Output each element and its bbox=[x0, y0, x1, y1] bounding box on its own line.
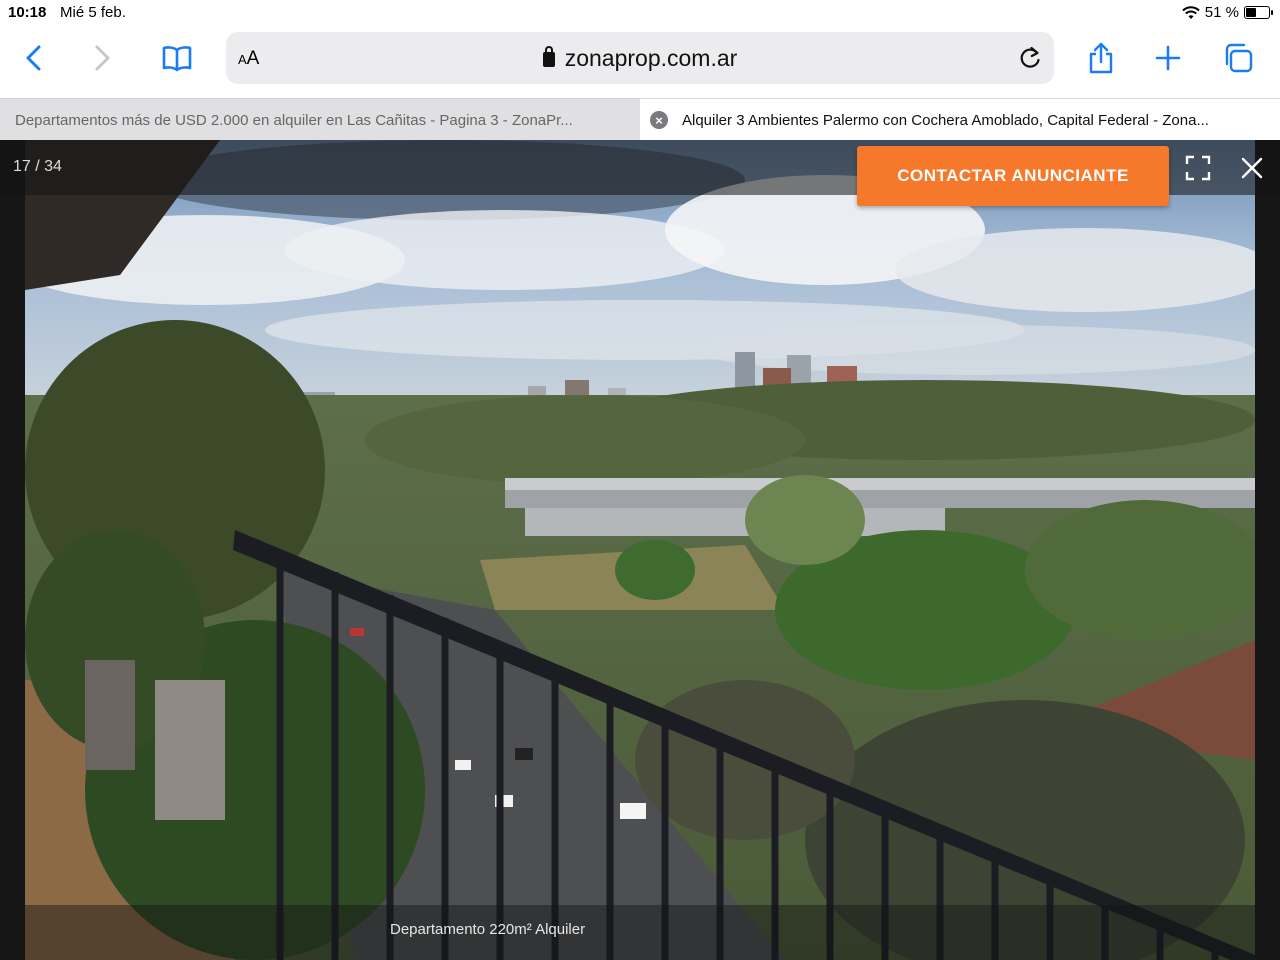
contact-advertiser-button[interactable]: CONTACTAR ANUNCIANTE bbox=[857, 146, 1169, 206]
photo-caption: Departamento 220m² Alquiler bbox=[390, 921, 586, 938]
lock-icon bbox=[542, 46, 555, 67]
new-tab-icon[interactable] bbox=[1146, 40, 1190, 76]
tab-las-canitas[interactable]: Departamentos más de USD 2.000 en alquil… bbox=[0, 99, 640, 141]
caption-bar: Departamento 220m² Alquiler bbox=[0, 905, 1280, 960]
tab-title: Alquiler 3 Ambientes Palermo con Cochera… bbox=[682, 111, 1209, 129]
share-icon[interactable] bbox=[1079, 40, 1123, 76]
status-date: Mié 5 feb. bbox=[60, 4, 126, 21]
back-icon[interactable] bbox=[12, 40, 56, 76]
balcony-view-image bbox=[25, 140, 1255, 960]
photo-viewer: 17 / 34 CONTACTAR ANUNCIANTE Departament… bbox=[0, 140, 1280, 960]
address-bar[interactable]: AA zonaprop.com.ar bbox=[226, 32, 1054, 84]
bookmarks-icon[interactable] bbox=[155, 40, 199, 76]
wifi-icon bbox=[1182, 5, 1200, 19]
status-bar: 10:18 Mié 5 feb. 51 % bbox=[0, 0, 1280, 26]
url-text: zonaprop.com.ar bbox=[564, 45, 738, 71]
close-icon[interactable] bbox=[1238, 154, 1266, 182]
tabs-icon[interactable] bbox=[1216, 40, 1260, 76]
property-photo[interactable] bbox=[25, 140, 1255, 960]
fullscreen-icon[interactable] bbox=[1184, 154, 1212, 182]
tab-bar: Departamentos más de USD 2.000 en alquil… bbox=[0, 98, 1280, 141]
status-time: 10:18 bbox=[8, 4, 47, 21]
photo-counter: 17 / 34 bbox=[13, 158, 62, 175]
forward-icon[interactable] bbox=[80, 40, 124, 76]
reload-icon[interactable] bbox=[1016, 44, 1044, 72]
battery-text: 51 % bbox=[1204, 4, 1239, 21]
viewer-top-bar: 17 / 34 CONTACTAR ANUNCIANTE bbox=[0, 140, 1280, 206]
browser-toolbar: AA zonaprop.com.ar bbox=[0, 26, 1280, 98]
tab-title: Departamentos más de USD 2.000 en alquil… bbox=[15, 111, 573, 129]
battery-icon bbox=[1244, 6, 1273, 19]
url-display[interactable]: zonaprop.com.ar bbox=[226, 45, 1054, 72]
status-indicators: 51 % bbox=[1182, 4, 1273, 21]
tab-close-icon[interactable]: × bbox=[650, 111, 668, 129]
tab-palermo[interactable]: × Alquiler 3 Ambientes Palermo con Coche… bbox=[640, 99, 1280, 141]
